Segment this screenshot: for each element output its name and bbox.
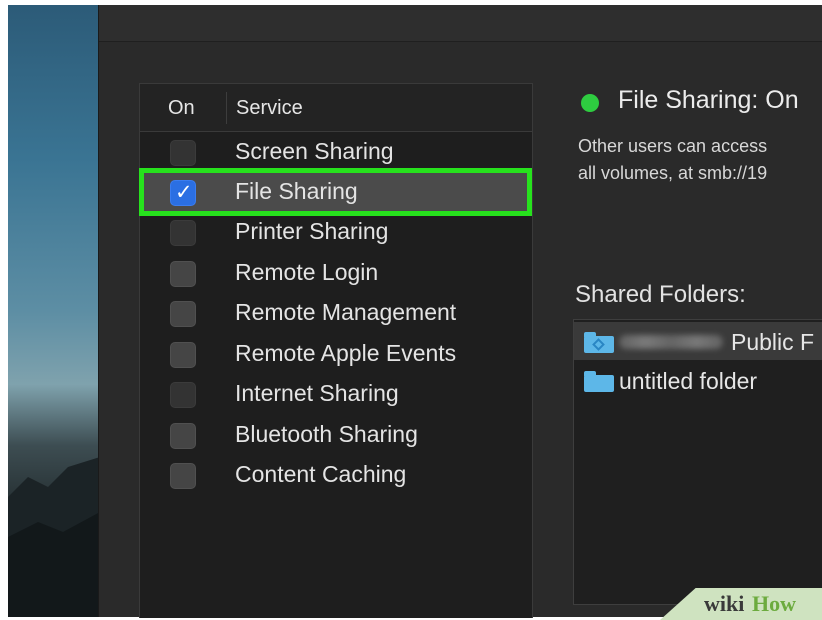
service-label: Content Caching (235, 461, 407, 487)
status-description-line: all volumes, at smb://19 (578, 163, 768, 183)
service-checkbox[interactable] (170, 261, 196, 287)
column-header-service[interactable]: Service (236, 97, 303, 120)
service-row-remote-login[interactable]: Remote Login (140, 253, 532, 293)
service-label: Internet Sharing (235, 380, 399, 406)
service-row-screen-sharing[interactable]: Screen Sharing (140, 132, 532, 172)
mountain-silhouette (8, 457, 100, 617)
service-label: File Sharing (235, 178, 358, 204)
public-folder-icon (584, 332, 614, 353)
window-titlebar (99, 5, 822, 42)
screenshot-frame: On Service Screen Sharing File Sharing P… (0, 0, 822, 620)
blurred-username (619, 335, 723, 349)
shared-folder-row-public[interactable]: Public F (574, 322, 822, 360)
status-description: Other users can access all volumes, at s… (578, 133, 822, 187)
folder-label: untitled folder (619, 368, 758, 394)
service-list-header: On Service (140, 84, 532, 132)
status-indicator-icon (581, 94, 599, 112)
service-row-printer-sharing[interactable]: Printer Sharing (140, 212, 532, 252)
service-row-content-caching[interactable]: Content Caching (140, 455, 532, 495)
folder-icon (584, 371, 614, 392)
service-checkbox[interactable] (170, 423, 196, 449)
service-row-file-sharing[interactable]: File Sharing (140, 172, 532, 212)
folder-label: Public F (731, 329, 815, 355)
file-sharing-status: File Sharing: On (618, 86, 799, 114)
shared-folders-title: Shared Folders: (575, 281, 746, 308)
service-row-remote-management[interactable]: Remote Management (140, 293, 532, 333)
shared-folders-list: Public F untitled folder (573, 319, 822, 605)
service-label: Remote Apple Events (235, 340, 457, 366)
service-label: Screen Sharing (235, 138, 394, 164)
shared-folder-row-untitled[interactable]: untitled folder (574, 361, 822, 399)
service-label: Remote Management (235, 299, 457, 325)
service-checkbox[interactable] (170, 301, 196, 327)
service-checkbox[interactable] (170, 382, 196, 408)
service-row-remote-apple-events[interactable]: Remote Apple Events (140, 334, 532, 374)
service-checkbox-checked[interactable] (170, 180, 196, 206)
service-checkbox[interactable] (170, 342, 196, 368)
service-checkbox[interactable] (170, 463, 196, 489)
sharing-preferences-window: On Service Screen Sharing File Sharing P… (98, 5, 822, 618)
watermark-how: How (752, 591, 796, 616)
service-checkbox[interactable] (170, 220, 196, 246)
service-row-internet-sharing[interactable]: Internet Sharing (140, 374, 532, 414)
status-description-line: Other users can access (578, 136, 768, 156)
service-label: Printer Sharing (235, 218, 389, 244)
service-list: On Service Screen Sharing File Sharing P… (139, 83, 533, 618)
column-header-on[interactable]: On (168, 97, 195, 120)
column-divider (226, 92, 227, 124)
watermark-wiki: wiki (704, 591, 745, 616)
service-row-bluetooth-sharing[interactable]: Bluetooth Sharing (140, 415, 532, 455)
service-label: Remote Login (235, 259, 379, 285)
service-checkbox[interactable] (170, 140, 196, 166)
desktop-background (8, 5, 100, 617)
service-label: Bluetooth Sharing (235, 421, 418, 447)
